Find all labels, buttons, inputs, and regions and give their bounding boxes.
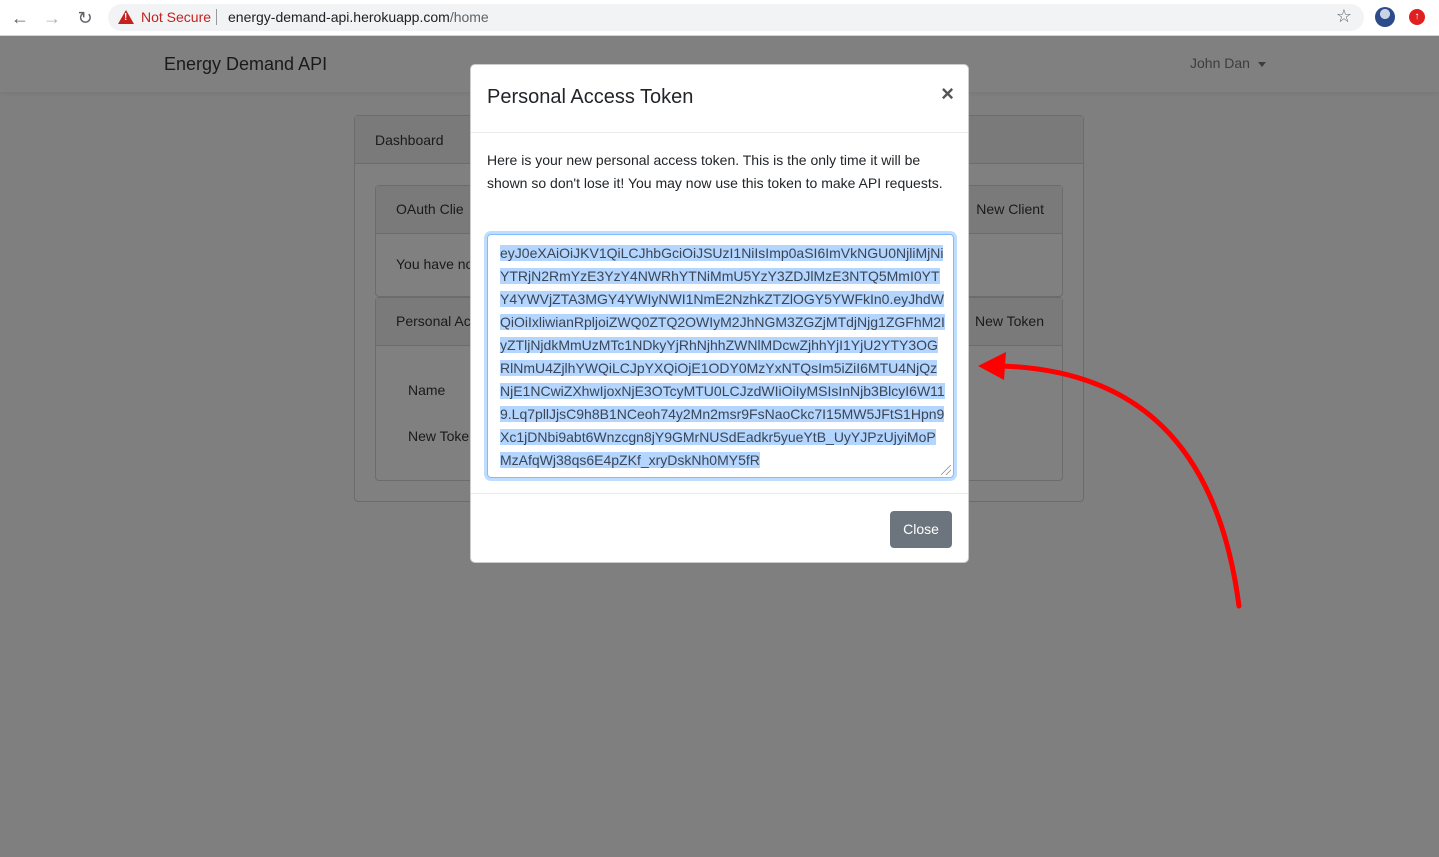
- oauth-clients-title: OAuth Clie: [396, 201, 464, 217]
- name-column-header: Name: [408, 382, 446, 398]
- resize-grip-icon[interactable]: [941, 465, 951, 475]
- token-instructions: Here is your new personal access token. …: [487, 152, 943, 191]
- arrow-head-icon: [978, 352, 1006, 380]
- back-icon[interactable]: ←: [10, 8, 30, 28]
- arrow-curve: [997, 363, 1242, 609]
- reload-icon[interactable]: ↻: [75, 8, 95, 28]
- caret-down-icon: [1257, 61, 1266, 67]
- modal-header: Personal Access Token ×: [471, 65, 968, 133]
- close-icon[interactable]: ×: [941, 81, 954, 107]
- url-path: /home: [449, 9, 489, 25]
- browser-toolbar: ← → ↻ Not Secure energy-demand-api.herok…: [0, 0, 1439, 36]
- new-token-link[interactable]: New Token: [975, 313, 1044, 329]
- card-title: Dashboard: [375, 132, 444, 148]
- user-name: John Dan: [1190, 55, 1250, 71]
- token-textarea[interactable]: eyJ0eXAiOiJKV1QiLCJhbGciOiJSUzI1NiIsImp0…: [487, 234, 954, 478]
- warning-icon: [118, 10, 134, 24]
- no-clients-text: You have no: [396, 256, 474, 272]
- bookmark-star-icon[interactable]: ☆: [1336, 6, 1352, 27]
- profile-avatar-icon[interactable]: [1375, 7, 1395, 27]
- security-indicator[interactable]: Not Secure: [141, 9, 211, 25]
- annotation-arrow: [978, 352, 1242, 609]
- personal-access-token-modal: Personal Access Token × Here is your new…: [470, 64, 969, 563]
- url-text[interactable]: energy-demand-api.herokuapp.com/home: [228, 9, 489, 25]
- modal-title: Personal Access Token: [487, 86, 694, 108]
- address-bar[interactable]: Not Secure energy-demand-api.herokuapp.c…: [108, 4, 1364, 31]
- modal-footer: Close: [471, 493, 968, 564]
- url-host: energy-demand-api.herokuapp.com: [228, 9, 450, 25]
- user-dropdown[interactable]: John Dan: [1190, 55, 1266, 71]
- close-button[interactable]: Close: [890, 511, 952, 548]
- new-client-link[interactable]: New Client: [976, 201, 1044, 217]
- divider: [216, 9, 217, 25]
- extension-icon[interactable]: ↑: [1409, 9, 1425, 25]
- personal-tokens-title: Personal Ac: [396, 313, 471, 329]
- token-selection: eyJ0eXAiOiJKV1QiLCJhbGciOiJSUzI1NiIsImp0…: [500, 245, 945, 468]
- token-value[interactable]: eyJ0eXAiOiJKV1QiLCJhbGciOiJSUzI1NiIsImp0…: [500, 242, 946, 472]
- forward-icon[interactable]: →: [42, 8, 62, 28]
- new-token-label: New Toke: [408, 428, 470, 444]
- brand-title[interactable]: Energy Demand API: [164, 54, 327, 75]
